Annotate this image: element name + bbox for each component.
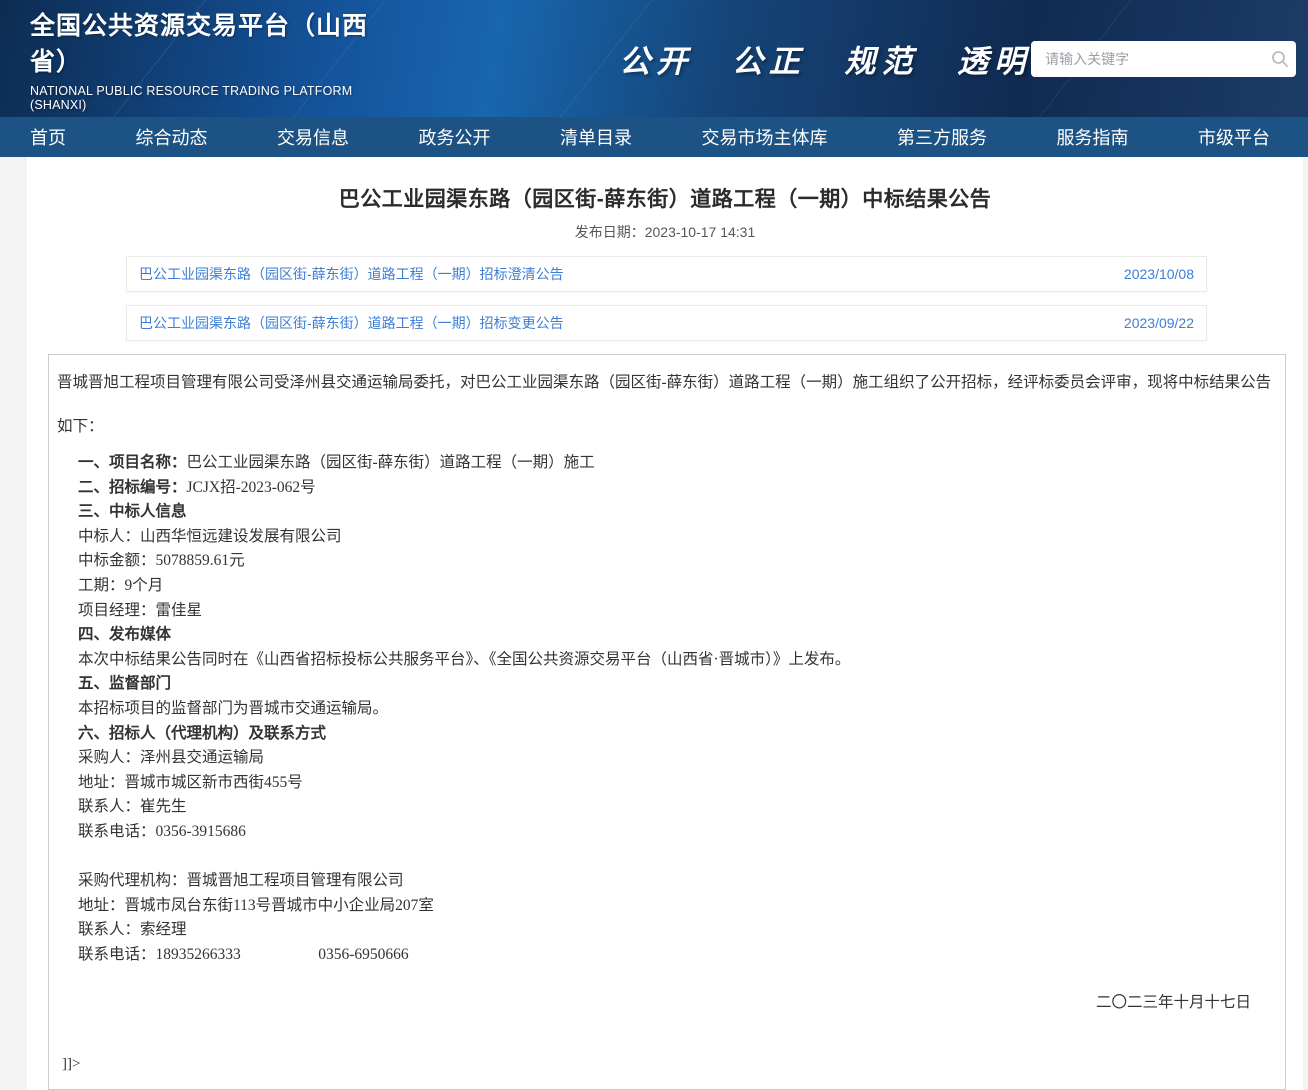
announcement-link[interactable]: 巴公工业园渠东路（园区街-薛东街）道路工程（一期）招标变更公告	[139, 313, 564, 333]
body-lines: 一、项目名称：巴公工业园渠东路（园区街-薛东街）道路工程（一期）施工二、招标编号…	[57, 451, 1277, 967]
logo-title: 全国公共资源交易平台（山西省）	[30, 6, 374, 78]
body-line: 采购代理机构：晋城晋旭工程项目管理有限公司	[57, 869, 1277, 894]
body-line: 中标人：山西华恒远建设发展有限公司	[57, 525, 1277, 550]
body-line: 联系电话：18935266333 0356-6950666	[57, 943, 1277, 968]
body-line: 采购人：泽州县交通运输局	[57, 746, 1277, 771]
header-slogan: 公开 公正 规范 透明	[619, 36, 1031, 81]
announcement-row: 巴公工业园渠东路（园区街-薛东街）道路工程（一期）招标澄清公告 2023/10/0…	[126, 256, 1207, 292]
search-input[interactable]	[1031, 51, 1264, 67]
logo-subtitle: NATIONAL PUBLIC RESOURCE TRADING PLATFOR…	[30, 84, 374, 112]
page: 全国公共资源交易平台（山西省） NATIONAL PUBLIC RESOURCE…	[0, 0, 1308, 1090]
content-container: 巴公工业园渠东路（园区街-薛东街）道路工程（一期）中标结果公告 发布日期：202…	[27, 157, 1303, 1090]
nav-item-1[interactable]: 首页	[30, 124, 66, 150]
section-heading: 五、监督部门	[57, 672, 1277, 697]
nav-item-2[interactable]: 综合动态	[136, 124, 208, 150]
intro-paragraph: 晋城晋旭工程项目管理有限公司受泽州县交通运输局委托，对巴公工业园渠东路（园区街-…	[57, 361, 1277, 449]
nav-item-8[interactable]: 服务指南	[1057, 124, 1129, 150]
body-line: 本招标项目的监督部门为晋城市交通运输局。	[57, 697, 1277, 722]
search-icon[interactable]	[1264, 49, 1296, 69]
body-line: 地址：晋城市凤台东街113号晋城市中小企业局207室	[57, 894, 1277, 919]
section-heading: 六、招标人（代理机构）及联系方式	[57, 722, 1277, 747]
nav-item-5[interactable]: 清单目录	[560, 124, 632, 150]
section-heading: 一、项目名称：巴公工业园渠东路（园区街-薛东街）道路工程（一期）施工	[57, 451, 1277, 476]
section-heading: 三、中标人信息	[57, 500, 1277, 525]
blank-line	[57, 845, 1277, 870]
article-body-box: 晋城晋旭工程项目管理有限公司受泽州县交通运输局委托，对巴公工业园渠东路（园区街-…	[48, 354, 1286, 1090]
announcement-link[interactable]: 巴公工业园渠东路（园区街-薛东街）道路工程（一期）招标澄清公告	[139, 264, 564, 284]
body-line: 项目经理：雷佳星	[57, 599, 1277, 624]
sign-date: 二〇二三年十月十七日	[57, 990, 1277, 1012]
body-line: 地址：晋城市城区新市西街455号	[57, 771, 1277, 796]
body-line: 工期：9个月	[57, 574, 1277, 599]
main-nav: 首页 综合动态 交易信息 政务公开 清单目录 交易市场主体库 第三方服务 服务指南 市级平台	[0, 117, 1308, 157]
body-line: 中标金额：5078859.61元	[57, 549, 1277, 574]
nav-item-6[interactable]: 交易市场主体库	[702, 124, 828, 150]
trailing-text: ]]>	[57, 1056, 1277, 1073]
site-logo: 全国公共资源交易平台（山西省） NATIONAL PUBLIC RESOURCE…	[30, 6, 374, 112]
section-heading: 二、招标编号：JCJX招-2023-062号	[57, 476, 1277, 501]
publish-date: 发布日期：2023-10-17 14:31	[27, 222, 1303, 242]
body-line: 联系人：索经理	[57, 918, 1277, 943]
search-box	[1031, 41, 1296, 77]
section-heading: 四、发布媒体	[57, 623, 1277, 648]
site-header: 全国公共资源交易平台（山西省） NATIONAL PUBLIC RESOURCE…	[0, 0, 1308, 117]
announcement-date: 2023/10/08	[1124, 266, 1194, 282]
body-line: 联系电话：0356-3915686	[57, 820, 1277, 845]
body-line: 联系人：崔先生	[57, 795, 1277, 820]
body-line: 本次中标结果公告同时在《山西省招标投标公共服务平台》、《全国公共资源交易平台（山…	[57, 648, 1277, 673]
nav-item-3[interactable]: 交易信息	[277, 124, 349, 150]
page-title: 巴公工业园渠东路（园区街-薛东街）道路工程（一期）中标结果公告	[27, 183, 1303, 213]
nav-item-4[interactable]: 政务公开	[419, 124, 491, 150]
nav-item-7[interactable]: 第三方服务	[897, 124, 987, 150]
related-announcements: 巴公工业园渠东路（园区街-薛东街）道路工程（一期）招标澄清公告 2023/10/0…	[126, 256, 1207, 341]
nav-item-9[interactable]: 市级平台	[1198, 124, 1270, 150]
announcement-row: 巴公工业园渠东路（园区街-薛东街）道路工程（一期）招标变更公告 2023/09/2…	[126, 305, 1207, 341]
announcement-date: 2023/09/22	[1124, 315, 1194, 331]
